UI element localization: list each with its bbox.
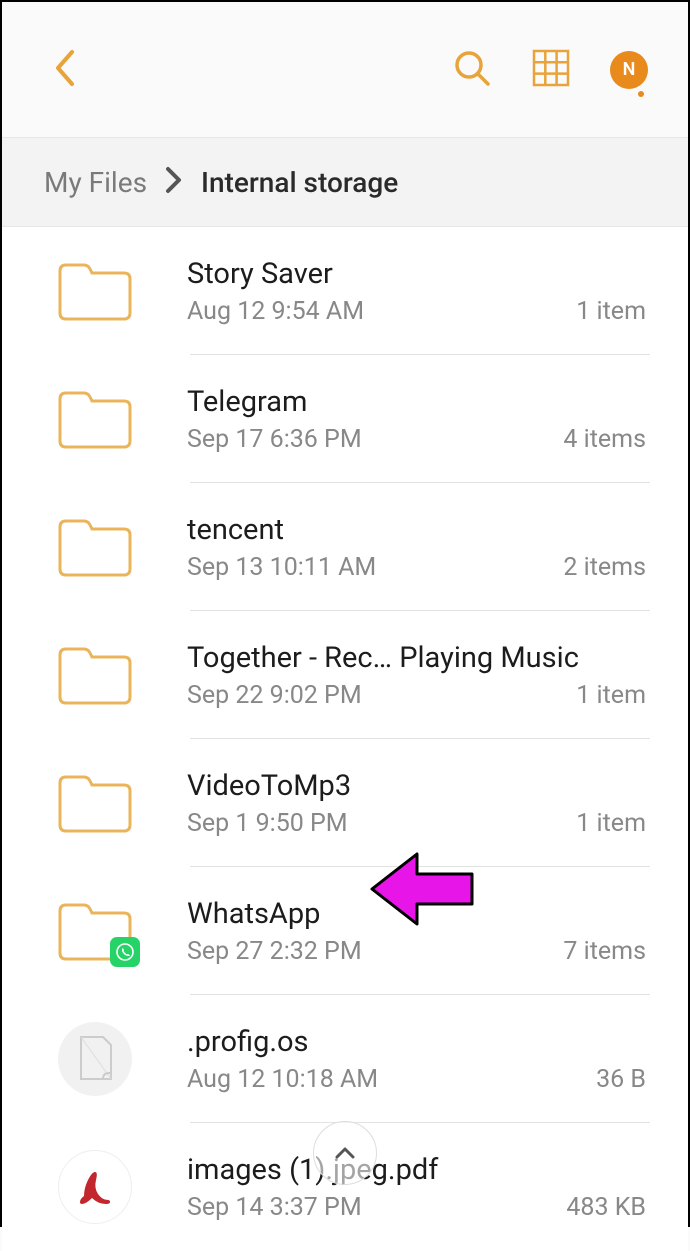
list-item[interactable]: Story Saver Aug 12 9:54 AM 1 item <box>2 227 688 355</box>
file-name: .profig.os <box>187 1025 668 1059</box>
app-header: N <box>2 2 688 137</box>
scroll-to-top-button[interactable] <box>313 1121 377 1185</box>
file-name: Story Saver <box>187 257 668 291</box>
back-button[interactable] <box>52 48 78 92</box>
file-name: VideoToMp3 <box>187 769 668 803</box>
file-date: Aug 12 10:18 AM <box>187 1065 378 1094</box>
file-meta: 4 items <box>563 425 646 454</box>
file-meta: 1 item <box>576 809 646 838</box>
file-meta: 1 item <box>576 297 646 326</box>
list-item[interactable]: tencent Sep 13 10:11 AM 2 items <box>2 483 688 611</box>
file-name: WhatsApp <box>187 897 668 931</box>
file-name: tencent <box>187 513 668 547</box>
grid-view-icon[interactable] <box>532 49 570 91</box>
file-meta: 1 item <box>576 681 646 710</box>
file-name: Together - Rec… Playing Music <box>187 641 668 675</box>
list-item[interactable]: Together - Rec… Playing Music Sep 22 9:0… <box>2 611 688 739</box>
file-date: Sep 13 10:11 AM <box>187 553 376 582</box>
folder-icon <box>56 515 134 579</box>
breadcrumb-current: Internal storage <box>201 166 398 199</box>
list-item[interactable]: .profig.os Aug 12 10:18 AM 36 B <box>2 995 688 1123</box>
list-item[interactable]: WhatsApp Sep 27 2:32 PM 7 items <box>2 867 688 995</box>
list-item[interactable]: VideoToMp3 Sep 1 9:50 PM 1 item <box>2 739 688 867</box>
folder-icon <box>56 387 134 451</box>
list-item[interactable]: Telegram Sep 17 6:36 PM 4 items <box>2 355 688 483</box>
file-meta: 2 items <box>563 553 646 582</box>
breadcrumb-root[interactable]: My Files <box>44 166 147 199</box>
file-meta: 483 KB <box>566 1193 646 1222</box>
folder-icon <box>56 643 134 707</box>
search-icon[interactable] <box>452 48 492 92</box>
file-date: Aug 12 9:54 AM <box>187 297 364 326</box>
folder-icon <box>56 899 134 963</box>
file-icon <box>58 1022 132 1096</box>
file-date: Sep 27 2:32 PM <box>187 937 362 966</box>
file-date: Sep 17 6:36 PM <box>187 425 362 454</box>
whatsapp-icon <box>110 937 140 967</box>
file-meta: 36 B <box>596 1065 646 1094</box>
file-name: images (1).jpeg.pdf <box>187 1153 668 1187</box>
folder-icon <box>56 259 134 323</box>
profile-badge[interactable]: N <box>610 51 648 89</box>
chevron-right-icon <box>165 166 183 198</box>
file-name: Telegram <box>187 385 668 419</box>
pdf-icon <box>58 1150 132 1224</box>
file-list: Story Saver Aug 12 9:54 AM 1 item Telegr… <box>2 227 688 1251</box>
folder-icon <box>56 771 134 835</box>
file-date: Sep 22 9:02 PM <box>187 681 362 710</box>
breadcrumb: My Files Internal storage <box>2 137 688 227</box>
file-date: Sep 1 9:50 PM <box>187 809 348 838</box>
file-date: Sep 14 3:37 PM <box>187 1193 362 1222</box>
file-meta: 7 items <box>563 937 646 966</box>
